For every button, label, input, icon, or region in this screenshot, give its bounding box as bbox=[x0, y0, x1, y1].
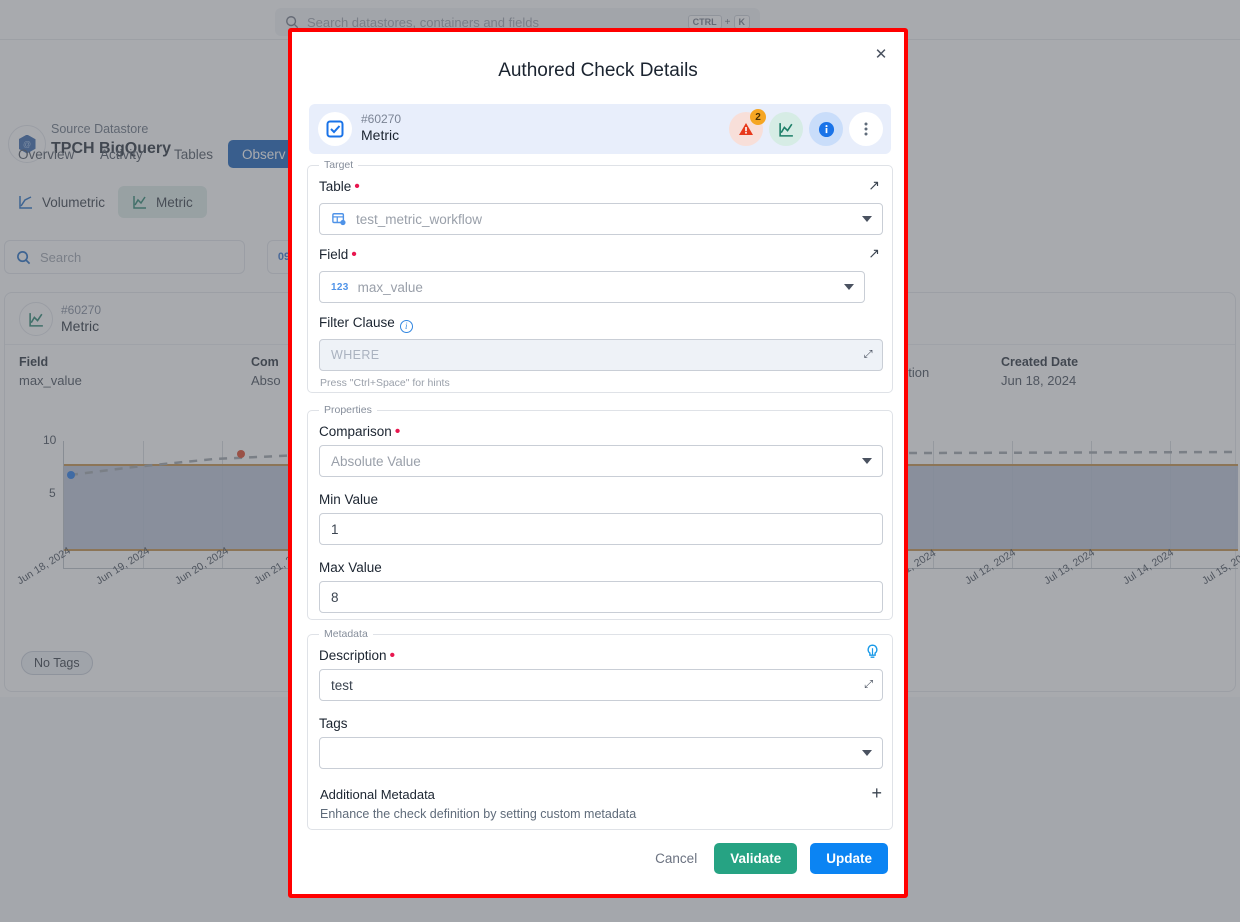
info-icon[interactable]: i bbox=[399, 319, 413, 333]
suggestion-bulb-icon[interactable] bbox=[865, 644, 880, 664]
authored-check-details-dialog: ✕ Authored Check Details #60270 Metric 2 bbox=[288, 28, 908, 898]
additional-metadata-title: Additional Metadata bbox=[320, 787, 435, 802]
min-value-input[interactable]: 1 bbox=[319, 513, 883, 545]
view-chart-button[interactable] bbox=[769, 112, 803, 146]
description-input[interactable]: test ⤢ bbox=[319, 669, 883, 701]
add-metadata-button[interactable]: + bbox=[871, 784, 882, 802]
target-legend: Target bbox=[319, 159, 359, 171]
min-value-label: Min Value bbox=[319, 492, 379, 507]
filter-clause-placeholder: WHERE bbox=[331, 348, 380, 362]
target-section: Target Table • ↗ test_metric_workflow Fie… bbox=[307, 159, 893, 393]
field-label-text: Field bbox=[319, 247, 349, 262]
table-label-text: Table bbox=[319, 179, 352, 194]
cancel-button[interactable]: Cancel bbox=[651, 845, 701, 872]
required-marker: • bbox=[351, 246, 357, 264]
required-marker: • bbox=[389, 647, 396, 665]
expand-icon[interactable]: ⤢ bbox=[864, 679, 873, 692]
filter-clause-label-text: Filter Clause bbox=[319, 315, 395, 330]
comparison-label: Comparison • bbox=[319, 423, 401, 441]
table-select[interactable]: test_metric_workflow bbox=[319, 203, 883, 235]
field-select-value: max_value bbox=[357, 279, 423, 295]
check-summary-banner: #60270 Metric 2 bbox=[309, 104, 891, 154]
info-button[interactable] bbox=[809, 112, 843, 146]
properties-section: Properties Comparison • Absolute Value Mi… bbox=[307, 404, 893, 620]
table-open-icon[interactable]: ↗ bbox=[868, 177, 880, 194]
table-icon bbox=[332, 213, 346, 226]
additional-metadata-row: Additional Metadata Enhance the check de… bbox=[320, 784, 882, 821]
field-open-icon[interactable]: ↗ bbox=[868, 245, 880, 262]
chevron-down-icon bbox=[844, 284, 854, 290]
required-marker: • bbox=[394, 423, 401, 441]
validate-button[interactable]: Validate bbox=[714, 843, 798, 874]
check-type-label: Metric bbox=[361, 127, 400, 143]
check-type-icon bbox=[318, 112, 352, 146]
chevron-down-icon bbox=[862, 750, 872, 756]
properties-legend: Properties bbox=[319, 404, 377, 416]
table-select-value: test_metric_workflow bbox=[356, 211, 483, 227]
field-select[interactable]: 123 max_value bbox=[319, 271, 865, 303]
modal-body: ✕ Authored Check Details #60270 Metric 2 bbox=[292, 32, 904, 894]
tags-select[interactable] bbox=[319, 737, 883, 769]
description-value: test bbox=[331, 677, 353, 693]
filter-clause-editor[interactable]: WHERE ⤢ bbox=[319, 339, 883, 371]
checkbox-icon bbox=[326, 120, 344, 138]
chevron-down-icon bbox=[862, 458, 872, 464]
comparison-label-text: Comparison bbox=[319, 424, 392, 439]
anomaly-alert-button[interactable]: 2 bbox=[729, 109, 766, 146]
max-value-label: Max Value bbox=[319, 560, 382, 575]
warning-triangle-icon bbox=[739, 123, 753, 135]
required-marker: • bbox=[354, 178, 360, 196]
metric-icon bbox=[778, 122, 793, 137]
tags-label: Tags bbox=[319, 716, 348, 731]
filter-clause-label: Filter Clause i bbox=[319, 315, 413, 333]
banner-actions: 2 bbox=[729, 109, 883, 146]
field-label: Field • bbox=[319, 246, 357, 264]
description-label: Description • bbox=[319, 647, 396, 665]
min-value-text: 1 bbox=[331, 521, 339, 537]
additional-metadata-subtitle: Enhance the check definition by setting … bbox=[320, 807, 637, 821]
alert-count-badge: 2 bbox=[750, 109, 766, 125]
metadata-legend: Metadata bbox=[319, 628, 373, 640]
number-type-icon: 123 bbox=[331, 281, 349, 293]
description-label-text: Description bbox=[319, 648, 387, 663]
dialog-title: Authored Check Details bbox=[498, 60, 698, 81]
update-button[interactable]: Update bbox=[810, 843, 888, 874]
info-circle-icon bbox=[818, 121, 834, 137]
comparison-select[interactable]: Absolute Value bbox=[319, 445, 883, 477]
lightbulb-icon bbox=[867, 644, 878, 658]
comparison-value: Absolute Value bbox=[331, 453, 421, 469]
expand-icon[interactable]: ⤢ bbox=[864, 349, 873, 362]
metadata-section: Metadata Description • test ⤢ Tags Additi… bbox=[307, 628, 893, 830]
table-label: Table • bbox=[319, 178, 360, 196]
kebab-menu-icon bbox=[864, 122, 868, 136]
filter-clause-hint: Press "Ctrl+Space" for hints bbox=[320, 377, 450, 389]
max-value-text: 8 bbox=[331, 589, 339, 605]
more-options-button[interactable] bbox=[849, 112, 883, 146]
check-id: #60270 bbox=[361, 112, 402, 126]
dialog-footer: Cancel Validate Update bbox=[651, 843, 888, 874]
max-value-input[interactable]: 8 bbox=[319, 581, 883, 613]
chevron-down-icon bbox=[862, 216, 872, 222]
